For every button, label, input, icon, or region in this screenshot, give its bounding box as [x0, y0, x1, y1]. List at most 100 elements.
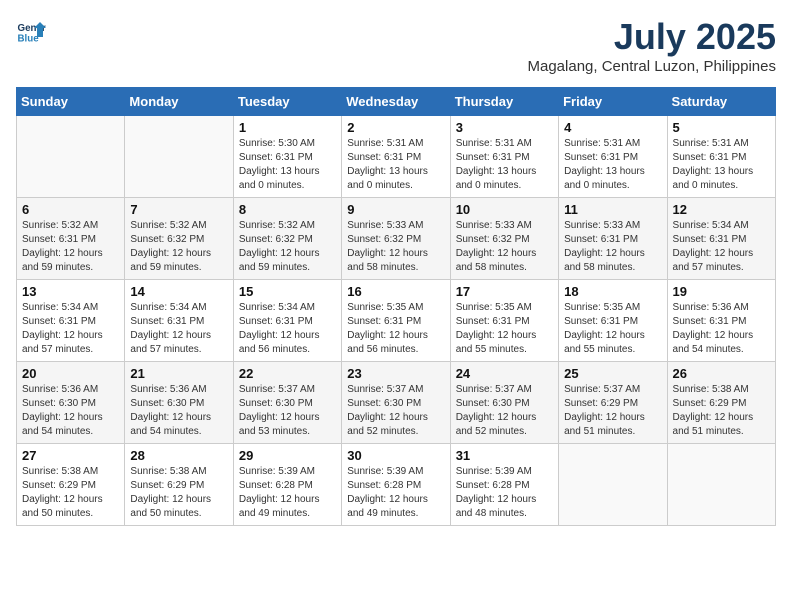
day-number: 4 [564, 120, 661, 135]
day-info: Sunrise: 5:31 AM Sunset: 6:31 PM Dayligh… [347, 137, 444, 193]
calendar-cell: 25 Sunrise: 5:37 AM Sunset: 6:29 PM Dayli… [559, 362, 667, 444]
day-info: Sunrise: 5:37 AM Sunset: 6:30 PM Dayligh… [456, 383, 553, 439]
day-number: 18 [564, 284, 661, 299]
day-number: 31 [456, 448, 553, 463]
day-info: Sunrise: 5:37 AM Sunset: 6:30 PM Dayligh… [239, 383, 336, 439]
calendar-cell: 3 Sunrise: 5:31 AM Sunset: 6:31 PM Daylig… [450, 116, 558, 198]
day-info: Sunrise: 5:34 AM Sunset: 6:31 PM Dayligh… [239, 301, 336, 357]
day-info: Sunrise: 5:37 AM Sunset: 6:30 PM Dayligh… [347, 383, 444, 439]
day-number: 29 [239, 448, 336, 463]
day-info: Sunrise: 5:30 AM Sunset: 6:31 PM Dayligh… [239, 137, 336, 193]
month-title: July 2025 [528, 16, 777, 58]
calendar-cell: 7 Sunrise: 5:32 AM Sunset: 6:32 PM Daylig… [125, 198, 233, 280]
day-info: Sunrise: 5:38 AM Sunset: 6:29 PM Dayligh… [673, 383, 770, 439]
calendar-week-row: 1 Sunrise: 5:30 AM Sunset: 6:31 PM Daylig… [17, 116, 776, 198]
calendar-table: SundayMondayTuesdayWednesdayThursdayFrid… [16, 87, 776, 526]
calendar-cell: 23 Sunrise: 5:37 AM Sunset: 6:30 PM Dayli… [342, 362, 450, 444]
calendar-cell: 12 Sunrise: 5:34 AM Sunset: 6:31 PM Dayli… [667, 198, 775, 280]
calendar-header-row: SundayMondayTuesdayWednesdayThursdayFrid… [17, 88, 776, 116]
day-number: 21 [130, 366, 227, 381]
day-number: 13 [22, 284, 119, 299]
day-number: 19 [673, 284, 770, 299]
day-number: 11 [564, 202, 661, 217]
calendar-cell: 2 Sunrise: 5:31 AM Sunset: 6:31 PM Daylig… [342, 116, 450, 198]
day-number: 25 [564, 366, 661, 381]
calendar-week-row: 6 Sunrise: 5:32 AM Sunset: 6:31 PM Daylig… [17, 198, 776, 280]
calendar-cell: 9Sunrise: 5:33 AM Sunset: 6:32 PM Daylig… [342, 198, 450, 280]
calendar-cell: 10Sunrise: 5:33 AM Sunset: 6:32 PM Dayli… [450, 198, 558, 280]
day-info: Sunrise: 5:35 AM Sunset: 6:31 PM Dayligh… [347, 301, 444, 357]
calendar-cell: 8Sunrise: 5:32 AM Sunset: 6:32 PM Daylig… [233, 198, 341, 280]
day-number: 7 [130, 202, 227, 217]
calendar-cell: 14 Sunrise: 5:34 AM Sunset: 6:31 PM Dayli… [125, 280, 233, 362]
calendar-cell: 15 Sunrise: 5:34 AM Sunset: 6:31 PM Dayli… [233, 280, 341, 362]
day-number: 14 [130, 284, 227, 299]
day-number: 1 [239, 120, 336, 135]
day-info: Sunrise: 5:31 AM Sunset: 6:31 PM Dayligh… [456, 137, 553, 193]
day-info: Sunrise: 5:39 AM Sunset: 6:28 PM Dayligh… [239, 465, 336, 521]
day-number: 10 [456, 202, 553, 217]
day-info: Sunrise: 5:39 AM Sunset: 6:28 PM Dayligh… [456, 465, 553, 521]
day-info: Sunrise: 5:32 AM Sunset: 6:31 PM Dayligh… [22, 219, 119, 275]
calendar-cell: 11 Sunrise: 5:33 AM Sunset: 6:31 PM Dayli… [559, 198, 667, 280]
calendar-cell [125, 116, 233, 198]
calendar-cell: 4 Sunrise: 5:31 AM Sunset: 6:31 PM Daylig… [559, 116, 667, 198]
day-info: Sunrise: 5:32 AM Sunset: 6:32 PM Dayligh… [130, 219, 227, 275]
day-number: 15 [239, 284, 336, 299]
calendar-cell: 1 Sunrise: 5:30 AM Sunset: 6:31 PM Daylig… [233, 116, 341, 198]
day-info: Sunrise: 5:34 AM Sunset: 6:31 PM Dayligh… [673, 219, 770, 275]
calendar-week-row: 20 Sunrise: 5:36 AM Sunset: 6:30 PM Dayli… [17, 362, 776, 444]
day-of-week-header: Friday [559, 88, 667, 116]
day-number: 26 [673, 366, 770, 381]
day-info: Sunrise: 5:31 AM Sunset: 6:31 PM Dayligh… [673, 137, 770, 193]
day-info: Sunrise: 5:37 AM Sunset: 6:29 PM Dayligh… [564, 383, 661, 439]
day-info: Sunrise: 5:38 AM Sunset: 6:29 PM Dayligh… [130, 465, 227, 521]
day-number: 24 [456, 366, 553, 381]
day-number: 28 [130, 448, 227, 463]
calendar-cell: 31 Sunrise: 5:39 AM Sunset: 6:28 PM Dayli… [450, 444, 558, 526]
day-info: Sunrise: 5:35 AM Sunset: 6:31 PM Dayligh… [456, 301, 553, 357]
location-title: Magalang, Central Luzon, Philippines [528, 58, 777, 75]
day-info: Sunrise: 5:34 AM Sunset: 6:31 PM Dayligh… [130, 301, 227, 357]
calendar-cell: 24 Sunrise: 5:37 AM Sunset: 6:30 PM Dayli… [450, 362, 558, 444]
day-info: Sunrise: 5:36 AM Sunset: 6:30 PM Dayligh… [22, 383, 119, 439]
calendar-cell: 17Sunrise: 5:35 AM Sunset: 6:31 PM Dayli… [450, 280, 558, 362]
day-info: Sunrise: 5:32 AM Sunset: 6:32 PM Dayligh… [239, 219, 336, 275]
day-info: Sunrise: 5:38 AM Sunset: 6:29 PM Dayligh… [22, 465, 119, 521]
calendar-cell: 20 Sunrise: 5:36 AM Sunset: 6:30 PM Dayli… [17, 362, 125, 444]
day-info: Sunrise: 5:34 AM Sunset: 6:31 PM Dayligh… [22, 301, 119, 357]
day-number: 12 [673, 202, 770, 217]
calendar-cell: 29 Sunrise: 5:39 AM Sunset: 6:28 PM Dayli… [233, 444, 341, 526]
calendar-cell: 18Sunrise: 5:35 AM Sunset: 6:31 PM Dayli… [559, 280, 667, 362]
calendar-cell [17, 116, 125, 198]
day-info: Sunrise: 5:39 AM Sunset: 6:28 PM Dayligh… [347, 465, 444, 521]
logo-icon: General Blue [16, 16, 46, 46]
logo: General Blue [16, 16, 46, 46]
calendar-cell: 6 Sunrise: 5:32 AM Sunset: 6:31 PM Daylig… [17, 198, 125, 280]
day-number: 2 [347, 120, 444, 135]
day-number: 23 [347, 366, 444, 381]
day-number: 22 [239, 366, 336, 381]
calendar-cell: 19 Sunrise: 5:36 AM Sunset: 6:31 PM Dayli… [667, 280, 775, 362]
calendar-cell: 16Sunrise: 5:35 AM Sunset: 6:31 PM Dayli… [342, 280, 450, 362]
day-of-week-header: Wednesday [342, 88, 450, 116]
calendar-week-row: 27Sunrise: 5:38 AM Sunset: 6:29 PM Dayli… [17, 444, 776, 526]
calendar-cell: 13 Sunrise: 5:34 AM Sunset: 6:31 PM Dayli… [17, 280, 125, 362]
calendar-cell: 30 Sunrise: 5:39 AM Sunset: 6:28 PM Dayli… [342, 444, 450, 526]
calendar-cell: 27Sunrise: 5:38 AM Sunset: 6:29 PM Dayli… [17, 444, 125, 526]
day-info: Sunrise: 5:31 AM Sunset: 6:31 PM Dayligh… [564, 137, 661, 193]
calendar-week-row: 13 Sunrise: 5:34 AM Sunset: 6:31 PM Dayli… [17, 280, 776, 362]
calendar-cell: 28 Sunrise: 5:38 AM Sunset: 6:29 PM Dayli… [125, 444, 233, 526]
day-info: Sunrise: 5:36 AM Sunset: 6:31 PM Dayligh… [673, 301, 770, 357]
day-number: 6 [22, 202, 119, 217]
day-info: Sunrise: 5:36 AM Sunset: 6:30 PM Dayligh… [130, 383, 227, 439]
calendar-cell: 5Sunrise: 5:31 AM Sunset: 6:31 PM Daylig… [667, 116, 775, 198]
calendar-cell: 21 Sunrise: 5:36 AM Sunset: 6:30 PM Dayli… [125, 362, 233, 444]
day-number: 20 [22, 366, 119, 381]
day-number: 3 [456, 120, 553, 135]
day-number: 30 [347, 448, 444, 463]
day-of-week-header: Thursday [450, 88, 558, 116]
page-header: General Blue July 2025 Magalang, Central… [16, 16, 776, 75]
svg-text:Blue: Blue [18, 34, 40, 45]
day-info: Sunrise: 5:33 AM Sunset: 6:31 PM Dayligh… [564, 219, 661, 275]
